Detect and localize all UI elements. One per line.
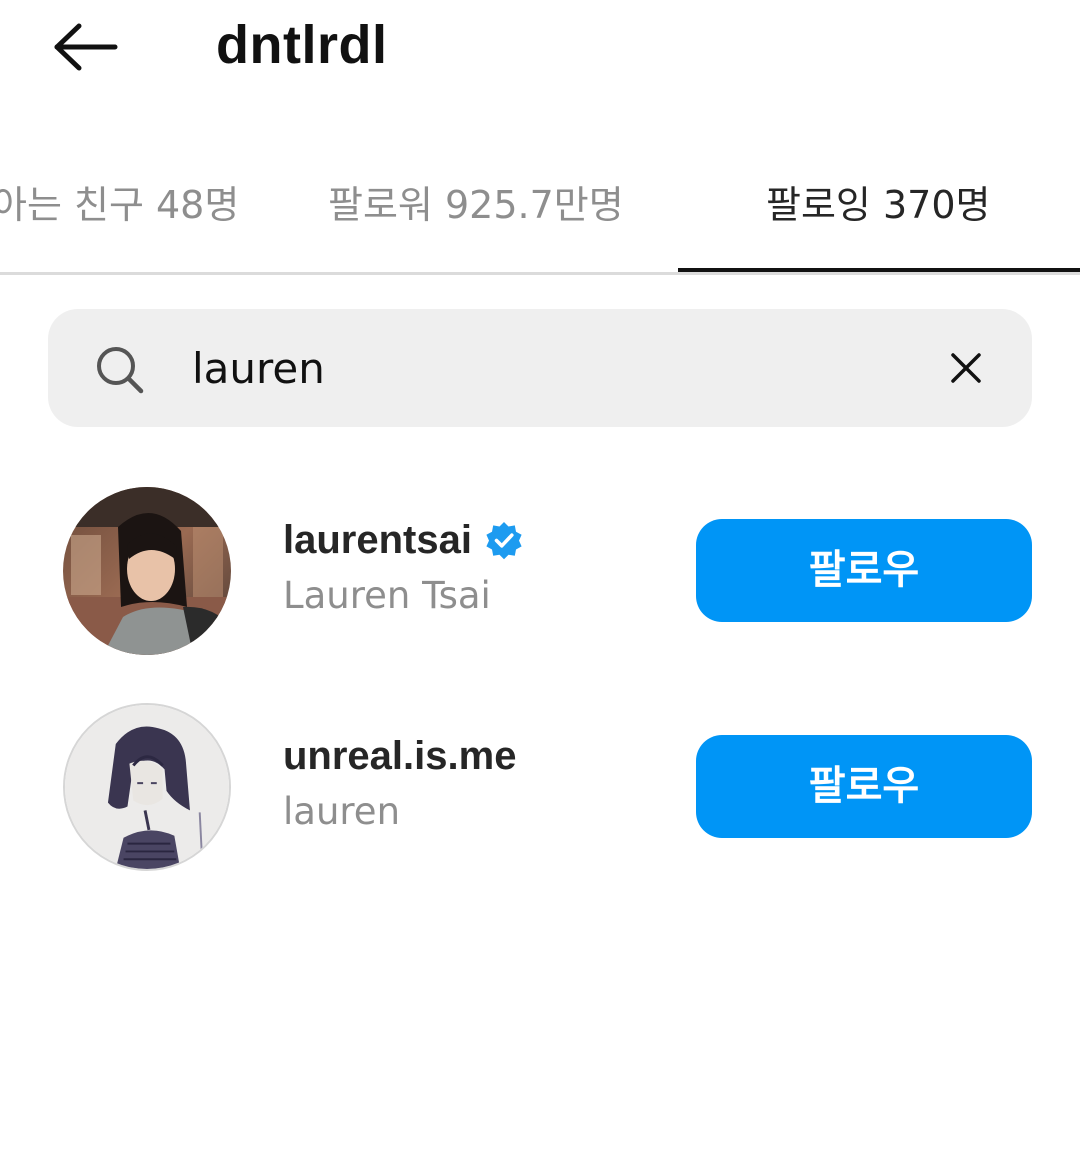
username[interactable]: laurentsai bbox=[283, 514, 472, 566]
username[interactable]: unreal.is.me bbox=[283, 730, 516, 782]
active-tab-indicator bbox=[678, 268, 1080, 272]
username-line: unreal.is.me bbox=[283, 730, 516, 782]
full-name: Lauren Tsai bbox=[283, 574, 491, 617]
profile-sketch-image bbox=[65, 705, 229, 869]
close-icon bbox=[951, 353, 981, 383]
list-item[interactable]: laurentsai Lauren Tsai 팔로우 bbox=[0, 478, 1080, 658]
follow-button[interactable]: 팔로우 bbox=[696, 519, 1032, 622]
username-line: laurentsai bbox=[283, 514, 524, 566]
clear-search-button[interactable] bbox=[934, 336, 998, 400]
search-input[interactable] bbox=[192, 335, 892, 401]
top-bar: dntlrdl bbox=[0, 0, 1080, 96]
tab-bar: 아는 친구 48명 팔로워 925.7만명 팔로잉 370명 bbox=[0, 160, 1080, 275]
tab-mutual-friends[interactable]: 아는 친구 48명 bbox=[0, 180, 239, 230]
verified-badge-icon bbox=[486, 522, 522, 560]
avatar[interactable] bbox=[63, 487, 231, 655]
search-icon bbox=[97, 347, 144, 394]
follow-button[interactable]: 팔로우 bbox=[696, 735, 1032, 838]
back-button[interactable] bbox=[40, 14, 128, 80]
avatar[interactable] bbox=[63, 703, 231, 871]
tab-followers[interactable]: 팔로워 925.7만명 bbox=[328, 180, 624, 230]
profile-photo-image bbox=[63, 487, 231, 655]
page-title: dntlrdl bbox=[216, 15, 388, 75]
list-item[interactable]: unreal.is.me lauren 팔로우 bbox=[0, 694, 1080, 874]
tab-following[interactable]: 팔로잉 370명 bbox=[766, 180, 990, 230]
full-name: lauren bbox=[283, 790, 401, 833]
arrow-left-icon bbox=[54, 23, 118, 71]
